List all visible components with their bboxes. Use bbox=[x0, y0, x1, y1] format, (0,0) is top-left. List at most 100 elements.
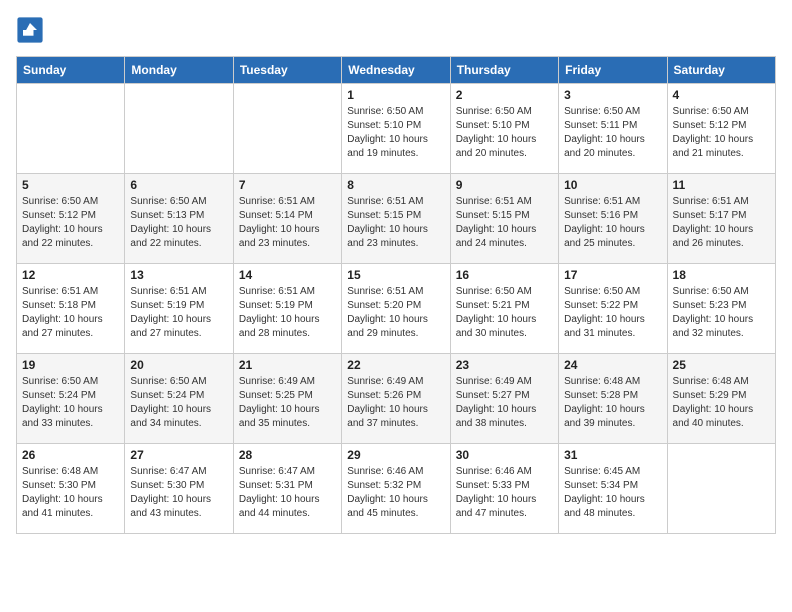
calendar-cell: 20 Sunrise: 6:50 AM Sunset: 5:24 PM Dayli… bbox=[125, 354, 233, 444]
day-number: 30 bbox=[456, 448, 553, 462]
calendar-cell: 25Sunrise: 6:48 AM Sunset: 5:29 PM Dayli… bbox=[667, 354, 775, 444]
day-info: Sunrise: 6:50 AM Sunset: 5:22 PM Dayligh… bbox=[564, 285, 661, 341]
day-info: Sunrise: 6:48 AM Sunset: 5:29 PM Dayligh… bbox=[673, 375, 770, 431]
day-info: Sunrise: 6:49 AM Sunset: 5:27 PM Dayligh… bbox=[456, 375, 553, 431]
day-info: Sunrise: 6:51 AM Sunset: 5:20 PM Dayligh… bbox=[347, 285, 444, 341]
header-cell-tuesday: Tuesday bbox=[233, 57, 341, 84]
header-cell-saturday: Saturday bbox=[667, 57, 775, 84]
day-number: 15 bbox=[347, 268, 444, 282]
day-info: Sunrise: 6:49 AM Sunset: 5:26 PM Dayligh… bbox=[347, 375, 444, 431]
header-cell-sunday: Sunday bbox=[17, 57, 125, 84]
day-number: 31 bbox=[564, 448, 661, 462]
day-number: 20 bbox=[130, 358, 227, 372]
calendar-cell bbox=[233, 84, 341, 174]
calendar-cell: 13 Sunrise: 6:51 AM Sunset: 5:19 PM Dayli… bbox=[125, 264, 233, 354]
calendar-cell: 24 Sunrise: 6:48 AM Sunset: 5:28 PM Dayli… bbox=[559, 354, 667, 444]
day-number: 22 bbox=[347, 358, 444, 372]
day-info: Sunrise: 6:48 AM Sunset: 5:30 PM Dayligh… bbox=[22, 465, 119, 521]
day-number: 10 bbox=[564, 178, 661, 192]
day-info: Sunrise: 6:47 AM Sunset: 5:30 PM Dayligh… bbox=[130, 465, 227, 521]
calendar-table: SundayMondayTuesdayWednesdayThursdayFrid… bbox=[16, 56, 776, 534]
week-row-4: 19 Sunrise: 6:50 AM Sunset: 5:24 PM Dayli… bbox=[17, 354, 776, 444]
day-number: 21 bbox=[239, 358, 336, 372]
calendar-cell: 17 Sunrise: 6:50 AM Sunset: 5:22 PM Dayli… bbox=[559, 264, 667, 354]
day-info: Sunrise: 6:46 AM Sunset: 5:33 PM Dayligh… bbox=[456, 465, 553, 521]
day-number: 24 bbox=[564, 358, 661, 372]
day-number: 3 bbox=[564, 88, 661, 102]
day-number: 14 bbox=[239, 268, 336, 282]
day-info: Sunrise: 6:50 AM Sunset: 5:24 PM Dayligh… bbox=[130, 375, 227, 431]
calendar-cell: 11 Sunrise: 6:51 AM Sunset: 5:17 PM Dayli… bbox=[667, 174, 775, 264]
day-info: Sunrise: 6:51 AM Sunset: 5:15 PM Dayligh… bbox=[456, 195, 553, 251]
calendar-cell: 23 Sunrise: 6:49 AM Sunset: 5:27 PM Dayli… bbox=[450, 354, 558, 444]
day-info: Sunrise: 6:50 AM Sunset: 5:21 PM Dayligh… bbox=[456, 285, 553, 341]
calendar-cell: 21Sunrise: 6:49 AM Sunset: 5:25 PM Dayli… bbox=[233, 354, 341, 444]
day-info: Sunrise: 6:51 AM Sunset: 5:17 PM Dayligh… bbox=[673, 195, 770, 251]
calendar-cell: 29 Sunrise: 6:46 AM Sunset: 5:32 PM Dayli… bbox=[342, 444, 450, 534]
day-number: 19 bbox=[22, 358, 119, 372]
day-info: Sunrise: 6:45 AM Sunset: 5:34 PM Dayligh… bbox=[564, 465, 661, 521]
calendar-cell: 31 Sunrise: 6:45 AM Sunset: 5:34 PM Dayli… bbox=[559, 444, 667, 534]
day-info: Sunrise: 6:50 AM Sunset: 5:10 PM Dayligh… bbox=[456, 105, 553, 161]
day-info: Sunrise: 6:51 AM Sunset: 5:19 PM Dayligh… bbox=[130, 285, 227, 341]
calendar-cell: 3 Sunrise: 6:50 AM Sunset: 5:11 PM Daylig… bbox=[559, 84, 667, 174]
calendar-cell: 14 Sunrise: 6:51 AM Sunset: 5:19 PM Dayli… bbox=[233, 264, 341, 354]
week-row-3: 12Sunrise: 6:51 AM Sunset: 5:18 PM Dayli… bbox=[17, 264, 776, 354]
day-info: Sunrise: 6:50 AM Sunset: 5:10 PM Dayligh… bbox=[347, 105, 444, 161]
day-info: Sunrise: 6:50 AM Sunset: 5:11 PM Dayligh… bbox=[564, 105, 661, 161]
calendar-cell: 30 Sunrise: 6:46 AM Sunset: 5:33 PM Dayli… bbox=[450, 444, 558, 534]
calendar-cell: 27Sunrise: 6:47 AM Sunset: 5:30 PM Dayli… bbox=[125, 444, 233, 534]
day-info: Sunrise: 6:50 AM Sunset: 5:12 PM Dayligh… bbox=[22, 195, 119, 251]
day-info: Sunrise: 6:51 AM Sunset: 5:19 PM Dayligh… bbox=[239, 285, 336, 341]
calendar-cell bbox=[17, 84, 125, 174]
calendar-cell: 9Sunrise: 6:51 AM Sunset: 5:15 PM Daylig… bbox=[450, 174, 558, 264]
logo-icon bbox=[16, 16, 44, 44]
page-header bbox=[16, 16, 776, 44]
week-row-2: 5 Sunrise: 6:50 AM Sunset: 5:12 PM Daylig… bbox=[17, 174, 776, 264]
calendar-cell: 1 Sunrise: 6:50 AM Sunset: 5:10 PM Daylig… bbox=[342, 84, 450, 174]
week-row-5: 26 Sunrise: 6:48 AM Sunset: 5:30 PM Dayli… bbox=[17, 444, 776, 534]
day-info: Sunrise: 6:50 AM Sunset: 5:23 PM Dayligh… bbox=[673, 285, 770, 341]
day-number: 13 bbox=[130, 268, 227, 282]
calendar-cell: 12Sunrise: 6:51 AM Sunset: 5:18 PM Dayli… bbox=[17, 264, 125, 354]
day-number: 29 bbox=[347, 448, 444, 462]
day-number: 17 bbox=[564, 268, 661, 282]
calendar-cell bbox=[125, 84, 233, 174]
header-cell-wednesday: Wednesday bbox=[342, 57, 450, 84]
calendar-cell: 2 Sunrise: 6:50 AM Sunset: 5:10 PM Daylig… bbox=[450, 84, 558, 174]
calendar-cell: 18Sunrise: 6:50 AM Sunset: 5:23 PM Dayli… bbox=[667, 264, 775, 354]
calendar-cell: 28 Sunrise: 6:47 AM Sunset: 5:31 PM Dayli… bbox=[233, 444, 341, 534]
day-number: 2 bbox=[456, 88, 553, 102]
calendar-cell: 16 Sunrise: 6:50 AM Sunset: 5:21 PM Dayli… bbox=[450, 264, 558, 354]
day-info: Sunrise: 6:47 AM Sunset: 5:31 PM Dayligh… bbox=[239, 465, 336, 521]
calendar-cell: 4 Sunrise: 6:50 AM Sunset: 5:12 PM Daylig… bbox=[667, 84, 775, 174]
calendar-cell: 19Sunrise: 6:50 AM Sunset: 5:24 PM Dayli… bbox=[17, 354, 125, 444]
day-info: Sunrise: 6:48 AM Sunset: 5:28 PM Dayligh… bbox=[564, 375, 661, 431]
day-info: Sunrise: 6:50 AM Sunset: 5:12 PM Dayligh… bbox=[673, 105, 770, 161]
day-number: 16 bbox=[456, 268, 553, 282]
week-row-1: 1 Sunrise: 6:50 AM Sunset: 5:10 PM Daylig… bbox=[17, 84, 776, 174]
calendar-cell: 26 Sunrise: 6:48 AM Sunset: 5:30 PM Dayli… bbox=[17, 444, 125, 534]
header-cell-monday: Monday bbox=[125, 57, 233, 84]
calendar-cell: 22 Sunrise: 6:49 AM Sunset: 5:26 PM Dayli… bbox=[342, 354, 450, 444]
day-number: 6 bbox=[130, 178, 227, 192]
calendar-cell: 15 Sunrise: 6:51 AM Sunset: 5:20 PM Dayli… bbox=[342, 264, 450, 354]
day-number: 11 bbox=[673, 178, 770, 192]
day-number: 8 bbox=[347, 178, 444, 192]
day-number: 1 bbox=[347, 88, 444, 102]
day-number: 5 bbox=[22, 178, 119, 192]
calendar-cell: 8Sunrise: 6:51 AM Sunset: 5:15 PM Daylig… bbox=[342, 174, 450, 264]
day-number: 28 bbox=[239, 448, 336, 462]
day-number: 12 bbox=[22, 268, 119, 282]
day-info: Sunrise: 6:50 AM Sunset: 5:13 PM Dayligh… bbox=[130, 195, 227, 251]
header-row: SundayMondayTuesdayWednesdayThursdayFrid… bbox=[17, 57, 776, 84]
day-number: 4 bbox=[673, 88, 770, 102]
header-cell-thursday: Thursday bbox=[450, 57, 558, 84]
calendar-cell: 6 Sunrise: 6:50 AM Sunset: 5:13 PM Daylig… bbox=[125, 174, 233, 264]
day-info: Sunrise: 6:46 AM Sunset: 5:32 PM Dayligh… bbox=[347, 465, 444, 521]
day-number: 7 bbox=[239, 178, 336, 192]
calendar-cell bbox=[667, 444, 775, 534]
day-number: 26 bbox=[22, 448, 119, 462]
day-number: 23 bbox=[456, 358, 553, 372]
day-info: Sunrise: 6:51 AM Sunset: 5:16 PM Dayligh… bbox=[564, 195, 661, 251]
